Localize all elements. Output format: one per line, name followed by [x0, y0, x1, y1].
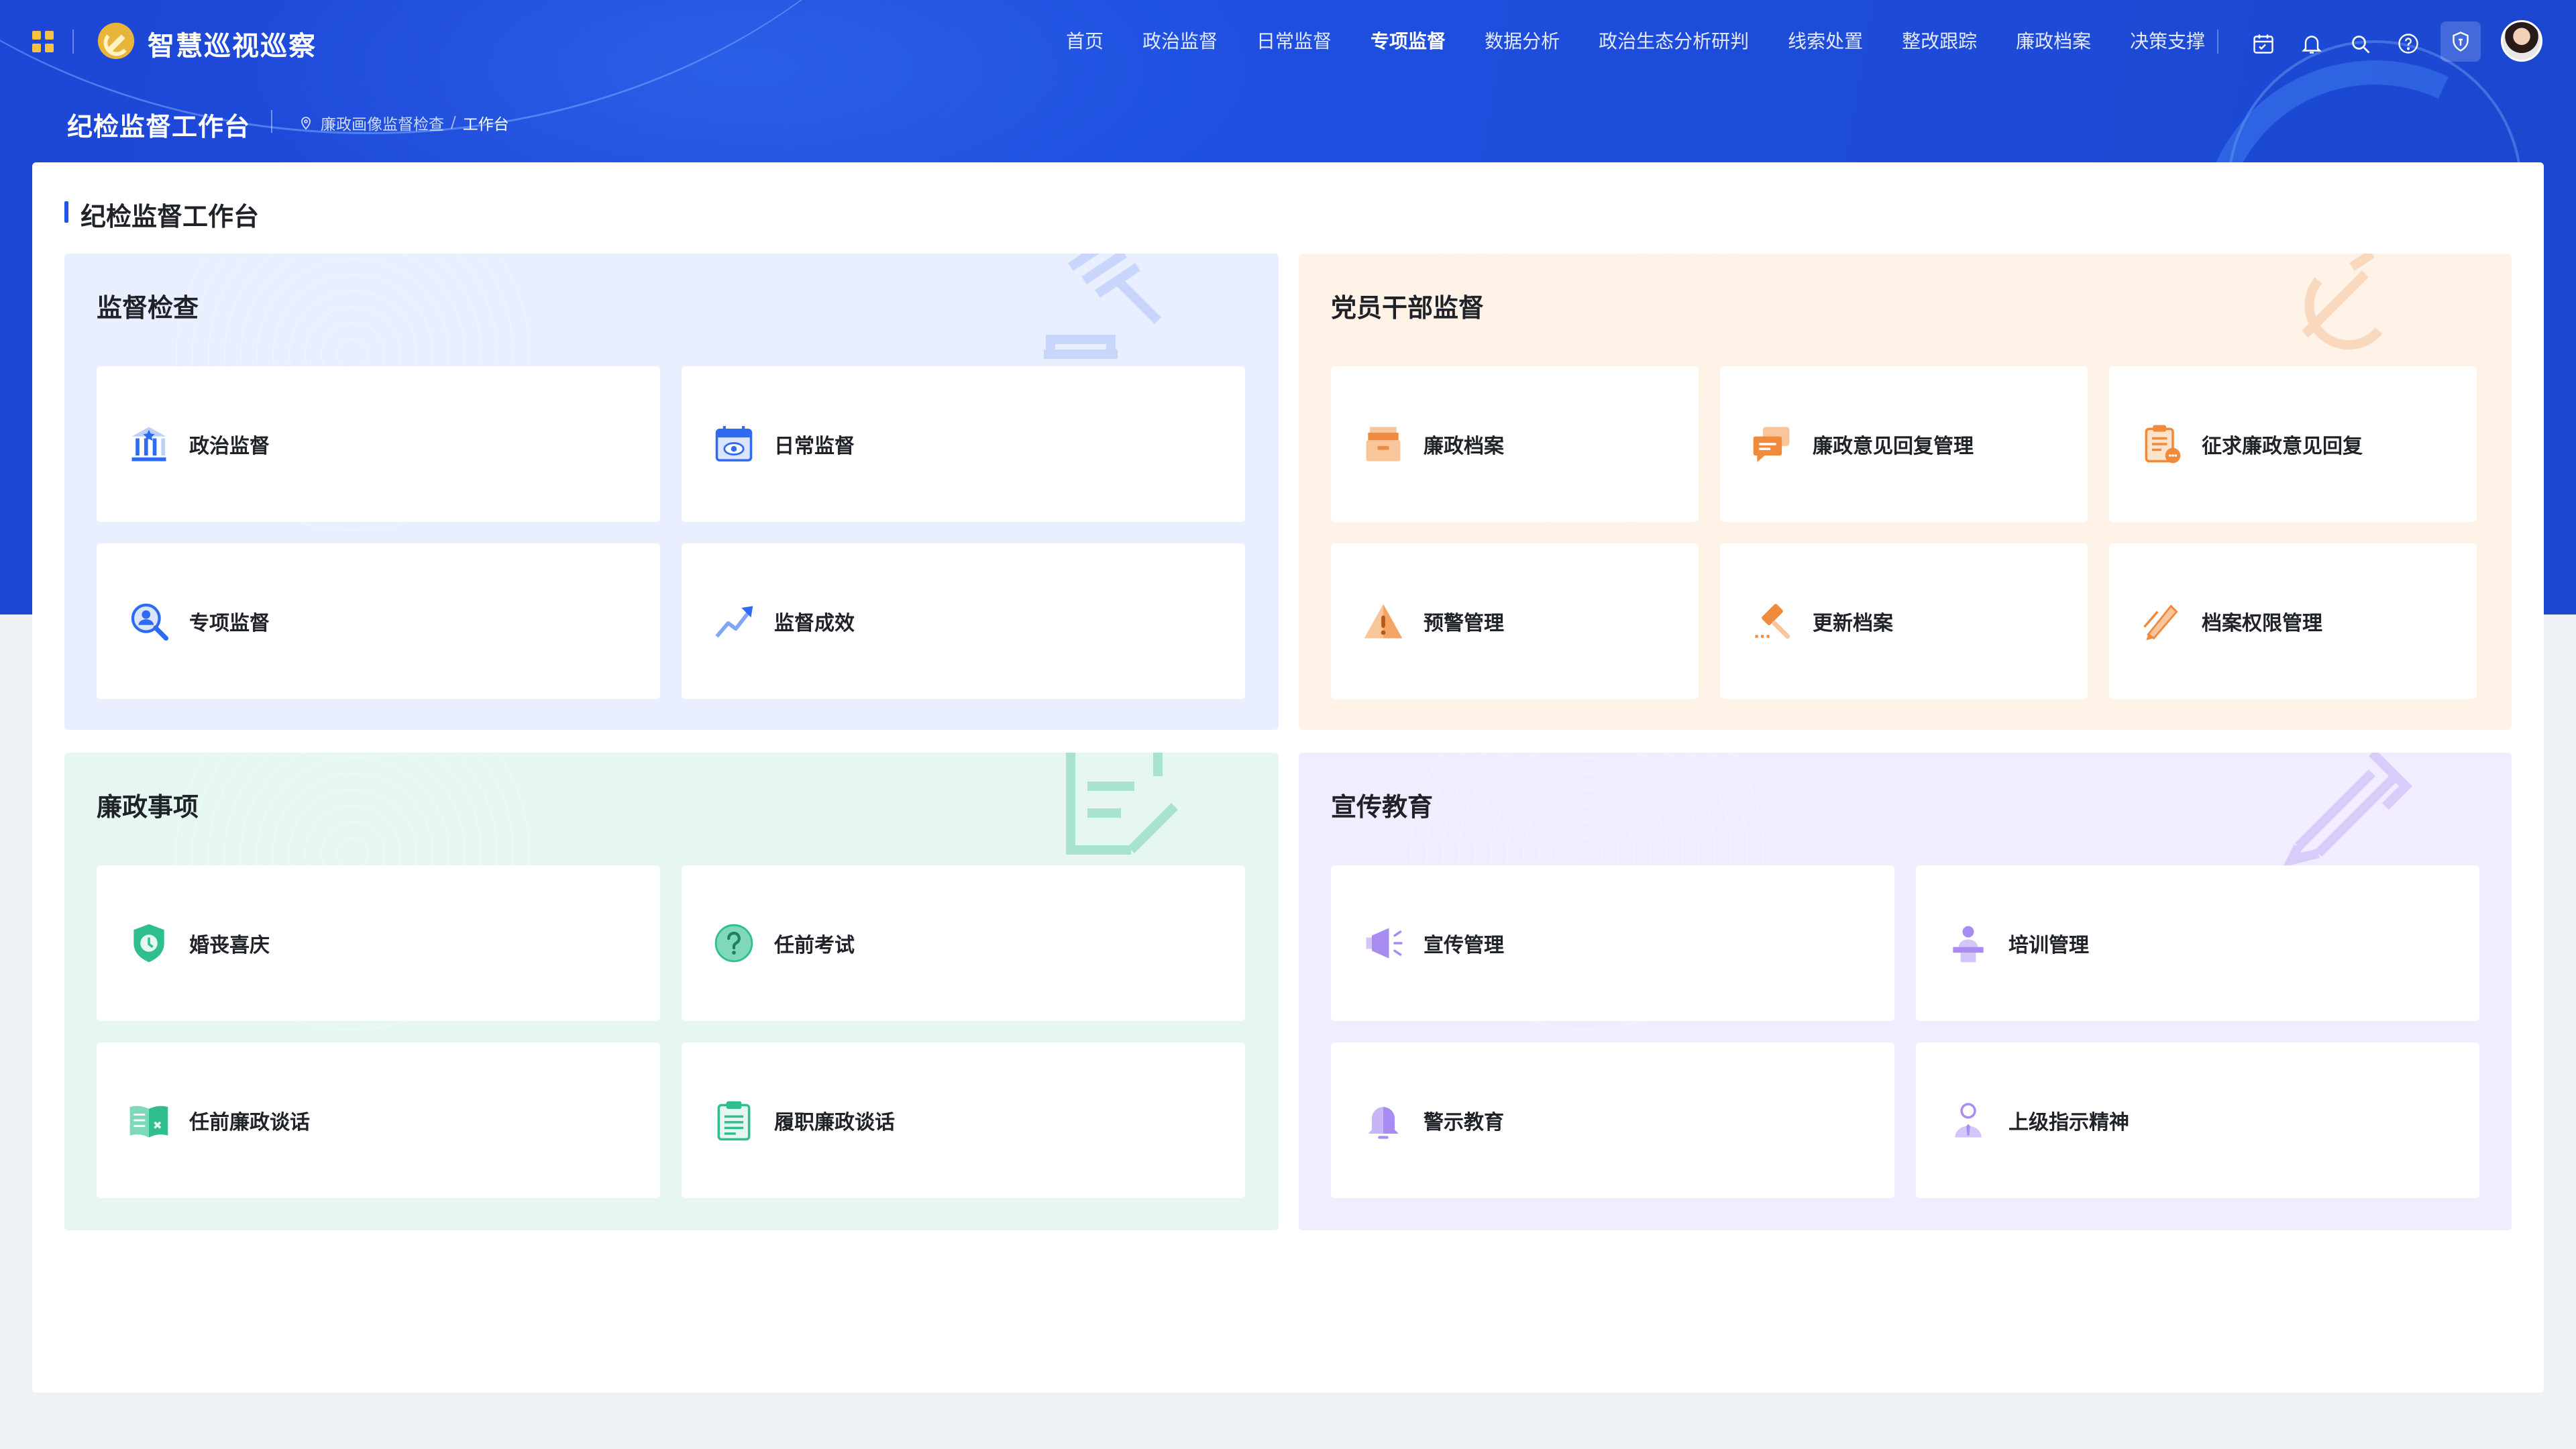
- chat-bubbles-icon: [1750, 421, 1795, 467]
- divider: [72, 30, 74, 54]
- user-avatar[interactable]: [2501, 20, 2542, 62]
- card-pre-appointment-exam[interactable]: 任前考试: [682, 865, 1245, 1021]
- card-label: 监督成效: [774, 612, 855, 635]
- section-title: 监督检查: [97, 293, 199, 323]
- card-label: 廉政档案: [1424, 435, 1504, 458]
- card-daily-supervision[interactable]: 日常监督: [682, 366, 1245, 522]
- card-label: 更新档案: [1813, 612, 1893, 635]
- gavel-decoration-icon: [1044, 254, 1161, 359]
- card-solicit-opinion-reply[interactable]: 征求廉政意见回复: [2109, 366, 2477, 522]
- card-label: 婚丧喜庆: [189, 934, 270, 957]
- party-emblem-decoration-icon: [2302, 254, 2383, 350]
- section-supervision-inspection: 监督检查 政治监督 日常监督 专项监督 监督成效: [64, 254, 1279, 730]
- party-emblem-logo: [95, 20, 137, 62]
- card-publicity-management[interactable]: 宣传管理: [1331, 865, 1894, 1021]
- card-label: 廉政意见回复管理: [1813, 435, 1974, 458]
- divider: [2217, 30, 2218, 54]
- magnifier-person-icon: [126, 598, 172, 644]
- card-update-archive[interactable]: 更新档案: [1720, 543, 2088, 699]
- nav-item-political-ecology[interactable]: 政治生态分析研判: [1579, 27, 1768, 56]
- breadcrumb-current: 工作台: [462, 116, 509, 133]
- card-label: 档案权限管理: [2202, 612, 2322, 635]
- section-publicity-education: 宣传教育 宣传管理 培训管理 警示教育 上级指示精神: [1299, 753, 2512, 1230]
- government-building-icon: [126, 421, 172, 467]
- main-nav: 首页 政治监督 日常监督 专项监督 数据分析 政治生态分析研判 线索处置 整改跟…: [1046, 27, 2224, 56]
- section-title: 廉政事项: [97, 792, 199, 822]
- trend-arrow-icon: [711, 598, 757, 644]
- shield-clock-icon: [126, 920, 172, 966]
- lectern-person-icon: [1945, 920, 1991, 966]
- archive-box-icon: [1360, 421, 1406, 467]
- toolbar-icons: [2247, 21, 2497, 62]
- card-duty-integrity-talk[interactable]: 履职廉政谈话: [682, 1042, 1245, 1198]
- card-special-supervision[interactable]: 专项监督: [97, 543, 660, 699]
- card-label: 任前廉政谈话: [189, 1111, 310, 1134]
- card-label: 征求廉政意见回复: [2202, 435, 2363, 458]
- calendar-icon[interactable]: [2247, 28, 2279, 60]
- clipboard-comment-icon: [2139, 421, 2184, 467]
- breadcrumb-separator: /: [451, 114, 456, 131]
- card-label: 预警管理: [1424, 612, 1504, 635]
- card-label: 专项监督: [189, 612, 270, 635]
- breadcrumb-item[interactable]: 廉政画像监督检查: [321, 111, 444, 134]
- breadcrumb: 廉政画像监督检查 / 工作台: [298, 111, 509, 134]
- location-pin-icon: [301, 117, 311, 130]
- gavel-refresh-icon: [1750, 598, 1795, 644]
- question-circle-icon: [711, 920, 757, 966]
- bell-alert-icon: [1360, 1097, 1406, 1143]
- warning-triangle-icon: [1360, 598, 1406, 644]
- top-navigation: 智慧巡视巡察 首页 政治监督 日常监督 专项监督 数据分析 政治生态分析研判 线…: [0, 0, 2576, 83]
- pencil-edit-icon: [2139, 598, 2184, 644]
- nav-item-political-supervision[interactable]: 政治监督: [1123, 27, 1237, 56]
- section-party-cadre-supervision: 党员干部监督 廉政档案 廉政意见回复管理 征求廉政意见回复 预警管理 更新档案 …: [1299, 254, 2512, 730]
- nav-item-daily-supervision[interactable]: 日常监督: [1237, 27, 1351, 56]
- card-label: 日常监督: [774, 435, 855, 458]
- card-label: 任前考试: [774, 934, 855, 957]
- card-archive-permission-management[interactable]: 档案权限管理: [2109, 543, 2477, 699]
- card-superior-instructions[interactable]: 上级指示精神: [1916, 1042, 2479, 1198]
- page-title: 纪检监督工作台: [67, 112, 251, 142]
- panel-title: 纪检监督工作台: [64, 196, 259, 233]
- nav-item-rectification[interactable]: 整改跟踪: [1882, 27, 1996, 56]
- card-training-management[interactable]: 培训管理: [1916, 865, 2479, 1021]
- nav-item-clue-handling[interactable]: 线索处置: [1768, 27, 1882, 56]
- card-opinion-reply-management[interactable]: 廉政意见回复管理: [1720, 366, 2088, 522]
- card-label: 培训管理: [2008, 934, 2089, 957]
- card-label: 政治监督: [189, 435, 270, 458]
- apps-grid-icon[interactable]: [32, 31, 54, 52]
- card-label: 上级指示精神: [2008, 1111, 2129, 1134]
- nav-item-decision-support[interactable]: 决策支撑: [2110, 27, 2224, 56]
- leader-person-icon: [1945, 1097, 1991, 1143]
- notepad-decoration-icon: [1066, 753, 1178, 855]
- pen-ruler-decoration-icon: [2283, 753, 2412, 867]
- workbench-panel: 纪检监督工作台 监督检查 政治监督 日常监督 专项监督 监督成效 党员干部监督 …: [32, 162, 2544, 1393]
- card-integrity-archive[interactable]: 廉政档案: [1331, 366, 1699, 522]
- card-supervision-results[interactable]: 监督成效: [682, 543, 1245, 699]
- card-label: 宣传管理: [1424, 934, 1504, 957]
- nav-item-special-supervision[interactable]: 专项监督: [1351, 27, 1465, 56]
- section-title: 党员干部监督: [1331, 293, 1485, 323]
- section-integrity-matters: 廉政事项 婚丧喜庆 任前考试 任前廉政谈话 履职廉政谈话: [64, 753, 1279, 1230]
- card-warning-education[interactable]: 警示教育: [1331, 1042, 1894, 1198]
- card-pre-appointment-talk[interactable]: 任前廉政谈话: [97, 1042, 660, 1198]
- nav-item-home[interactable]: 首页: [1046, 27, 1123, 56]
- bell-icon[interactable]: [2296, 28, 2328, 60]
- app-title: 智慧巡视巡察: [148, 31, 317, 62]
- shield-icon[interactable]: [2440, 21, 2481, 62]
- divider: [271, 110, 272, 133]
- clipboard-list-icon: [711, 1097, 757, 1143]
- card-warning-management[interactable]: 预警管理: [1331, 543, 1699, 699]
- calendar-eye-icon: [711, 421, 757, 467]
- nav-item-integrity-archive[interactable]: 廉政档案: [1996, 27, 2110, 56]
- open-book-icon: [126, 1097, 172, 1143]
- megaphone-icon: [1360, 920, 1406, 966]
- nav-item-data-analysis[interactable]: 数据分析: [1465, 27, 1579, 56]
- card-label: 履职廉政谈话: [774, 1111, 895, 1134]
- section-title: 宣传教育: [1331, 792, 1434, 822]
- help-icon[interactable]: [2392, 28, 2424, 60]
- card-label: 警示教育: [1424, 1111, 1504, 1134]
- card-weddings-funerals[interactable]: 婚丧喜庆: [97, 865, 660, 1021]
- search-icon[interactable]: [2344, 28, 2376, 60]
- card-political-supervision[interactable]: 政治监督: [97, 366, 660, 522]
